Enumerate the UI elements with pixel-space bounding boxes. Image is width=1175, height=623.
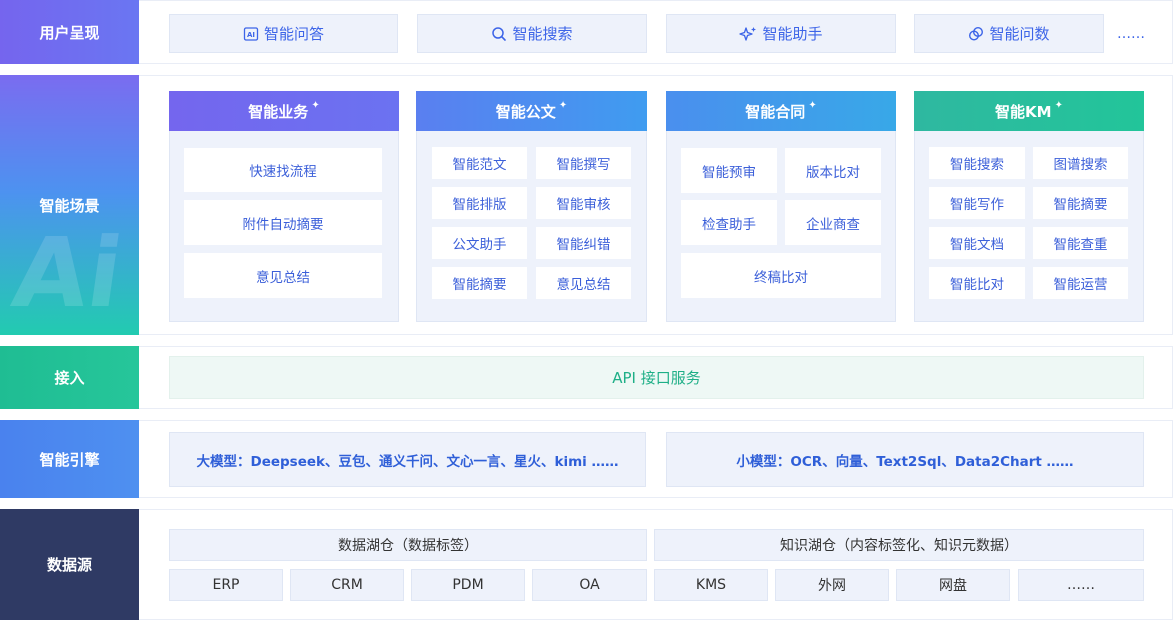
engine-panel: 大模型：Deepseek、豆包、通义千问、文心一言、星火、kimi …… 小模型… — [139, 420, 1173, 498]
business-column-title: 智能业务 — [248, 102, 309, 121]
km-column: 智能KM ✦ 智能搜索 图谱搜索 智能写作 智能摘要 智能文档 智能查重 智能比对… — [914, 91, 1144, 322]
ai-qa-button[interactable]: AI 智能问答 — [169, 14, 398, 53]
scene-item[interactable]: 智能搜索 — [929, 147, 1025, 179]
business-column: 智能业务 ✦ 快速找流程 附件自动摘要 意见总结 — [169, 91, 399, 322]
scenes-panel: 智能业务 ✦ 快速找流程 附件自动摘要 意见总结 智能公文 ✦ 智能范文 智能撰写 … — [139, 75, 1173, 335]
presentation-layer: 用户呈现 AI 智能问答 智能搜索 智能助手 智能问数 …… — [0, 0, 1175, 64]
scene-item[interactable]: 意见总结 — [536, 267, 631, 299]
scene-item[interactable]: 附件自动摘要 — [184, 200, 382, 245]
ai-watermark: Ai — [6, 217, 130, 329]
km-column-header: 智能KM ✦ — [914, 91, 1144, 131]
source-item[interactable]: OA — [532, 569, 647, 601]
scene-item[interactable]: 意见总结 — [184, 253, 382, 298]
contract-column: 智能合同 ✦ 智能预审 版本比对 检查助手 企业商查 终稿比对 — [666, 91, 896, 322]
datasource-panel: 数据湖仓（数据标签） 知识湖仓（内容标签化、知识元数据） ERP CRM PDM… — [139, 509, 1173, 620]
scene-item[interactable]: 版本比对 — [785, 148, 881, 193]
ai-data-query-label: 智能问数 — [989, 25, 1050, 43]
scene-item[interactable]: 智能摘要 — [432, 267, 527, 299]
access-layer-label: 接入 — [0, 346, 139, 409]
source-item[interactable]: PDM — [411, 569, 525, 601]
scene-item[interactable]: 智能写作 — [929, 187, 1025, 219]
sparkle-icon: ✦ — [808, 99, 817, 111]
scene-item[interactable]: 智能纠错 — [536, 227, 631, 259]
km-column-title: 智能KM — [995, 102, 1052, 121]
scene-item[interactable]: 终稿比对 — [681, 253, 881, 298]
small-model-box[interactable]: 小模型：OCR、向量、Text2Sql、Data2Chart …… — [666, 432, 1144, 487]
data-lake-box[interactable]: 数据湖仓（数据标签） — [169, 529, 647, 561]
access-panel: API 接口服务 — [139, 346, 1173, 409]
scene-item[interactable]: 智能撰写 — [536, 147, 631, 179]
source-item[interactable]: 网盘 — [896, 569, 1010, 601]
sparkle-icon: ✦ — [311, 99, 320, 111]
source-item[interactable]: CRM — [290, 569, 404, 601]
access-layer-label-text: 接入 — [54, 369, 85, 387]
scene-item[interactable]: 智能审核 — [536, 187, 631, 219]
ai-assistant-label: 智能助手 — [762, 25, 823, 43]
datasource-layer-label: 数据源 — [0, 509, 139, 620]
scene-item[interactable]: 检查助手 — [681, 200, 777, 245]
api-service-box[interactable]: API 接口服务 — [169, 356, 1144, 399]
scenes-layer-label-text: 智能场景 — [39, 196, 100, 215]
more-ellipsis[interactable]: …… — [1111, 14, 1151, 53]
document-column: 智能公文 ✦ 智能范文 智能撰写 智能排版 智能审核 公文助手 智能纠错 智能摘要… — [416, 91, 647, 322]
source-item[interactable]: 外网 — [775, 569, 889, 601]
datasource-layer: 数据源 数据湖仓（数据标签） 知识湖仓（内容标签化、知识元数据） ERP CRM… — [0, 509, 1175, 620]
scene-item[interactable]: 智能排版 — [432, 187, 527, 219]
ai-assistant-button[interactable]: 智能助手 — [666, 14, 896, 53]
scene-item[interactable]: 企业商查 — [785, 200, 881, 245]
scene-item[interactable]: 快速找流程 — [184, 148, 382, 192]
presentation-layer-label-text: 用户呈现 — [39, 23, 100, 42]
source-item[interactable]: ERP — [169, 569, 283, 601]
sparkle-icon — [739, 26, 757, 42]
ai-qa-label: 智能问答 — [263, 25, 324, 43]
ai-search-label: 智能搜索 — [512, 25, 573, 43]
presentation-panel: AI 智能问答 智能搜索 智能助手 智能问数 …… — [139, 0, 1173, 64]
scene-item[interactable]: 智能运营 — [1033, 267, 1128, 299]
contract-column-title: 智能合同 — [745, 102, 806, 121]
chart-link-icon — [968, 26, 984, 42]
search-icon — [491, 26, 507, 42]
business-column-header: 智能业务 ✦ — [169, 91, 399, 131]
sparkle-icon: ✦ — [1054, 99, 1063, 111]
engine-layer-label-text: 智能引擎 — [39, 450, 100, 469]
scene-item[interactable]: 智能查重 — [1033, 227, 1128, 259]
access-layer: 接入 API 接口服务 — [0, 346, 1175, 409]
scene-item[interactable]: 智能文档 — [929, 227, 1025, 259]
document-column-header: 智能公文 ✦ — [416, 91, 647, 131]
scene-item[interactable]: 智能预审 — [681, 148, 777, 193]
document-column-title: 智能公文 — [495, 102, 556, 121]
scene-item[interactable]: 智能摘要 — [1033, 187, 1128, 219]
knowledge-lake-box[interactable]: 知识湖仓（内容标签化、知识元数据） — [654, 529, 1144, 561]
scenes-layer: Ai 智能场景 智能业务 ✦ 快速找流程 附件自动摘要 意见总结 智能公文 ✦ 智能… — [0, 75, 1175, 335]
svg-text:AI: AI — [247, 31, 255, 39]
sparkle-icon: ✦ — [558, 99, 568, 111]
ai-search-button[interactable]: 智能搜索 — [417, 14, 647, 53]
ai-text-icon: AI — [243, 26, 259, 42]
presentation-layer-label: 用户呈现 — [0, 0, 139, 64]
source-item[interactable]: KMS — [654, 569, 768, 601]
scene-item[interactable]: 图谱搜索 — [1033, 147, 1128, 179]
engine-layer-label: 智能引擎 — [0, 420, 139, 498]
source-item-more[interactable]: …… — [1018, 569, 1144, 601]
large-model-box[interactable]: 大模型：Deepseek、豆包、通义千问、文心一言、星火、kimi …… — [169, 432, 646, 487]
scene-item[interactable]: 智能比对 — [929, 267, 1025, 299]
ai-data-query-button[interactable]: 智能问数 — [914, 14, 1104, 53]
scene-item[interactable]: 公文助手 — [432, 227, 527, 259]
scenes-layer-label: Ai 智能场景 — [0, 75, 139, 335]
contract-column-header: 智能合同 ✦ — [666, 91, 896, 131]
datasource-layer-label-text: 数据源 — [46, 556, 92, 574]
scene-item[interactable]: 智能范文 — [432, 147, 527, 179]
engine-layer: 智能引擎 大模型：Deepseek、豆包、通义千问、文心一言、星火、kimi …… — [0, 420, 1175, 498]
